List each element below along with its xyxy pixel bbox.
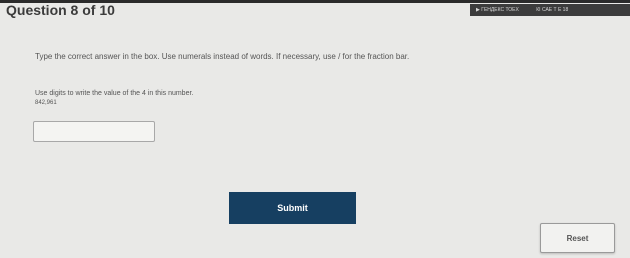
header-status-bar: ▶ ГЕНДЕКС ТОЕХ КІ САЕ Т Е 18 xyxy=(470,4,630,16)
header-status-left: ▶ ГЕНДЕКС ТОЕХ xyxy=(476,7,519,13)
answer-input[interactable] xyxy=(33,121,155,142)
question-title: Question 8 of 10 xyxy=(6,2,115,18)
header-status-right: КІ САЕ Т Е 18 xyxy=(536,7,569,13)
submit-button[interactable]: Submit xyxy=(229,192,356,224)
question-number: 842,961 xyxy=(35,100,57,106)
reset-button[interactable]: Reset xyxy=(540,223,615,253)
question-prompt: Use digits to write the value of the 4 i… xyxy=(35,90,194,97)
instructions-text: Type the correct answer in the box. Use … xyxy=(35,52,410,61)
question-page: ▶ ГЕНДЕКС ТОЕХ КІ САЕ Т Е 18 Question 8 … xyxy=(0,0,630,258)
